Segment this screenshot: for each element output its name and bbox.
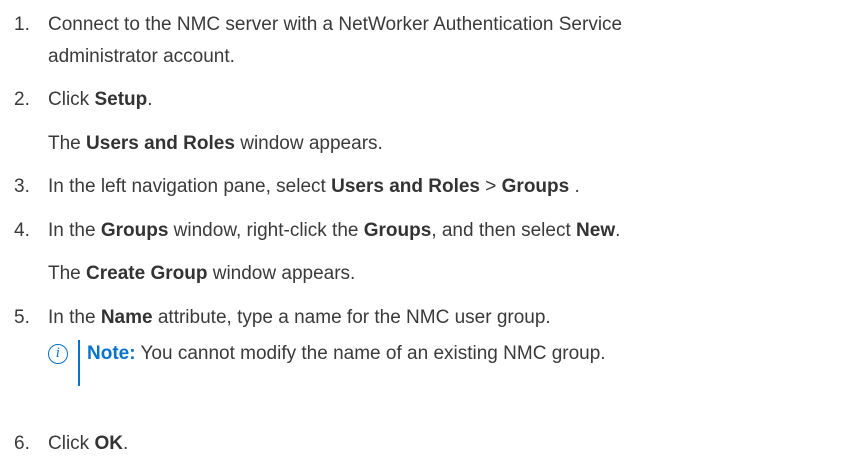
ui-term: Users and Roles	[331, 176, 480, 197]
step-text: In the left navigation pane, select User…	[48, 176, 580, 197]
note-label: Note:	[87, 343, 136, 364]
ui-term: Groups	[501, 176, 570, 197]
step-number: 2.	[14, 89, 30, 110]
step-text: administrator account.	[48, 46, 235, 67]
ui-term: Groups	[363, 220, 432, 241]
note-divider	[78, 340, 80, 386]
step-result-text: The Users and Roles window appears.	[48, 133, 383, 154]
info-icon: i	[48, 344, 68, 364]
step-result-text: The Create Group window appears.	[48, 263, 356, 284]
step-text: Click Setup.	[48, 89, 153, 110]
step-number: 6.	[14, 433, 30, 454]
step-text: In the Name attribute, type a name for t…	[48, 307, 551, 328]
step-text: In the Groups window, right-click the Gr…	[48, 220, 621, 241]
step-number: 4.	[14, 220, 30, 241]
ui-term: Name	[100, 307, 153, 328]
step-number: 3.	[14, 176, 30, 197]
ui-term: Create Group	[86, 263, 208, 284]
ui-term: Setup	[94, 89, 148, 110]
step-number: 1.	[14, 14, 30, 35]
document-page: 1. Connect to the NMC server with a NetW…	[0, 0, 867, 471]
ui-term: Groups	[100, 220, 169, 241]
step-text: Click OK.	[48, 433, 129, 454]
ui-term: Users and Roles	[86, 133, 235, 154]
step-text: Connect to the NMC server with a NetWork…	[48, 14, 623, 35]
ui-term: OK	[94, 433, 123, 454]
step-number: 5.	[14, 307, 30, 328]
ui-term: New	[576, 220, 616, 241]
note-text: Note: You cannot modify the name of an e…	[87, 343, 606, 364]
